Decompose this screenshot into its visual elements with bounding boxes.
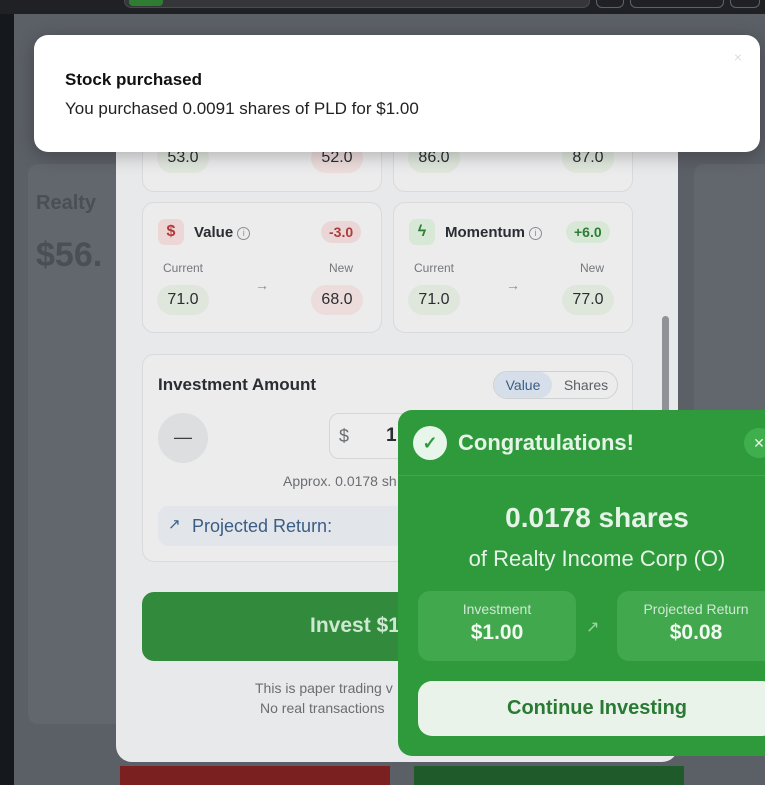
metric-name: Momentum [445,224,525,241]
trending-up-icon: ↗ [586,619,600,636]
arrow-right-icon: → [506,277,520,293]
notification-toast: Stock purchased You purchased 0.0091 sha… [34,35,760,152]
amount-value: 1 [386,425,397,446]
current-score: 71.0 [157,285,209,315]
check-icon: ✓ [413,426,447,460]
projected-return-label: Projected Return [643,601,749,617]
investment-title: Investment Amount [158,375,317,394]
toolbar-button[interactable] [596,0,624,8]
current-label: Current [163,261,204,275]
close-icon[interactable]: × [734,49,742,65]
info-icon[interactable]: i [529,227,542,240]
metric-title: Momentum i [445,224,542,241]
shares-purchased: 0.0178 shares [505,502,689,533]
new-label: New [329,261,354,275]
metric-card-value: $ Value i -3.0 Current New 71.0 → 68.0 [142,202,382,333]
window-edge [0,14,14,785]
mode-shares-tab[interactable]: Shares [554,372,617,398]
metric-delta: +6.0 [566,221,610,243]
new-score: 68.0 [311,285,363,315]
background-stock-price: $56. [36,236,103,274]
current-score: 71.0 [408,285,460,315]
projected-return-value: $0.08 [669,621,723,644]
approx-shares: Approx. 0.0178 sh [283,473,397,489]
background-stock-name: Realty [36,192,97,214]
current-label: Current [414,261,455,275]
background-buy-bar [414,766,684,785]
projected-return-label: Projected Return: [192,516,333,536]
metric-card-momentum: ϟ Momentum i +6.0 Current New 71.0 → 77.0 [393,202,633,333]
toolbar-button[interactable] [630,0,724,8]
close-icon[interactable]: ✕ [744,428,765,458]
screen: Realty $56. 53.0 52.0 86.0 87.0 $ Value i… [0,0,765,785]
invest-button-label: Invest $1 [310,614,400,637]
trending-up-icon: ↗ [168,516,181,533]
new-score: 77.0 [562,285,614,315]
disclaimer-line-1: This is paper trading v [255,680,393,696]
decrease-button[interactable]: — [158,413,208,463]
lightning-icon: ϟ [409,219,435,245]
investment-label: Investment [462,601,532,617]
investment-value: $1.00 [470,621,524,644]
investment-stat: Investment $1.00 [418,591,576,661]
site-badge [129,0,163,6]
background-sell-bar [120,766,390,785]
mode-value-tab[interactable]: Value [494,372,552,398]
metric-title: Value i [194,224,251,241]
congratulations-popup: ✓ Congratulations! ✕ 0.0178 shares of Re… [398,410,765,756]
company-name: of Realty Income Corp (O) [468,546,726,571]
popup-header: ✓ Congratulations! ✕ [398,410,765,476]
new-label: New [580,261,605,275]
metric-name: Value [194,224,234,241]
metric-delta: -3.0 [321,221,362,243]
browser-toolbar [0,0,765,14]
address-bar[interactable] [124,0,590,8]
toast-title: Stock purchased [65,70,202,89]
continue-investing-button[interactable]: Continue Investing [418,681,765,736]
popup-title: Congratulations! [458,430,634,455]
toast-message: You purchased 0.0091 shares of PLD for $… [65,99,419,118]
currency-symbol: $ [339,426,350,446]
projected-return-stat: Projected Return $0.08 [617,591,765,661]
dollar-icon: $ [158,219,184,245]
arrow-right-icon: → [255,277,269,293]
info-icon[interactable]: i [237,227,251,240]
mode-toggle: Value Shares [493,371,618,399]
toolbar-button[interactable] [730,0,760,8]
disclaimer-line-2: No real transactions [260,700,385,716]
